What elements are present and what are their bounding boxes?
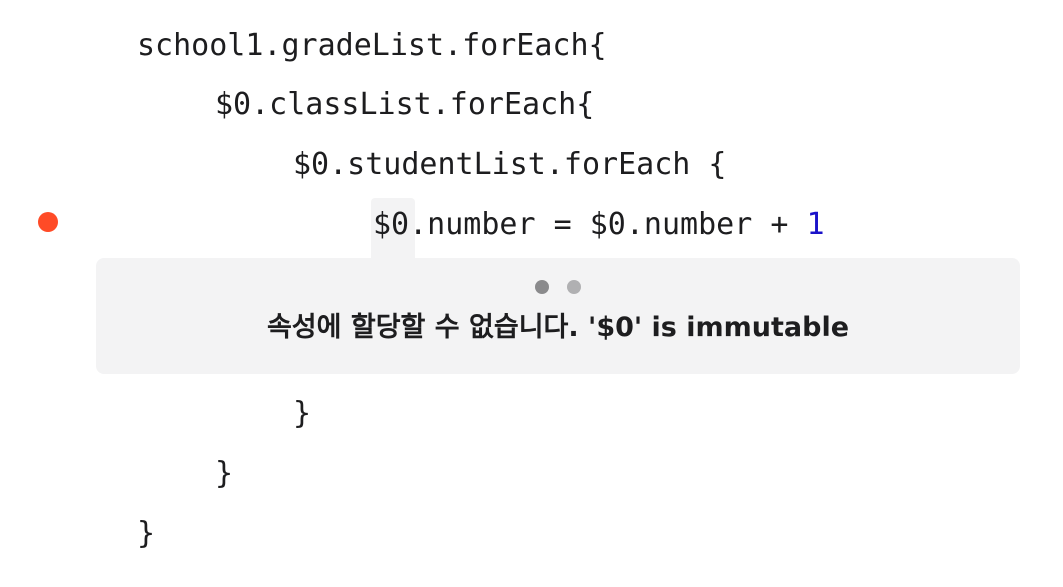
code-line-4: $0.number = $0.number + 1	[373, 205, 825, 245]
code-line-7: }	[137, 516, 156, 551]
error-message: 속성에 할당할 수 없습니다. '$0' is immutable	[266, 312, 850, 343]
error-popover: 속성에 할당할 수 없습니다. '$0' is immutable	[96, 258, 1020, 374]
code-line-2: $0.classList.forEach{	[215, 87, 595, 122]
number-literal: 1	[806, 207, 825, 242]
code-line-5: }	[293, 396, 312, 431]
breakpoint-icon[interactable]	[38, 212, 58, 232]
code-line-3: $0.studentList.forEach {	[293, 147, 727, 182]
code-line-4-text: $0.number = $0.number +	[373, 207, 807, 242]
pager-dot-1[interactable]	[535, 280, 549, 294]
popover-pager	[96, 280, 1020, 294]
pager-dot-2[interactable]	[567, 280, 581, 294]
code-line-1: school1.gradeList.forEach{	[137, 28, 607, 63]
code-line-6: }	[215, 456, 234, 491]
